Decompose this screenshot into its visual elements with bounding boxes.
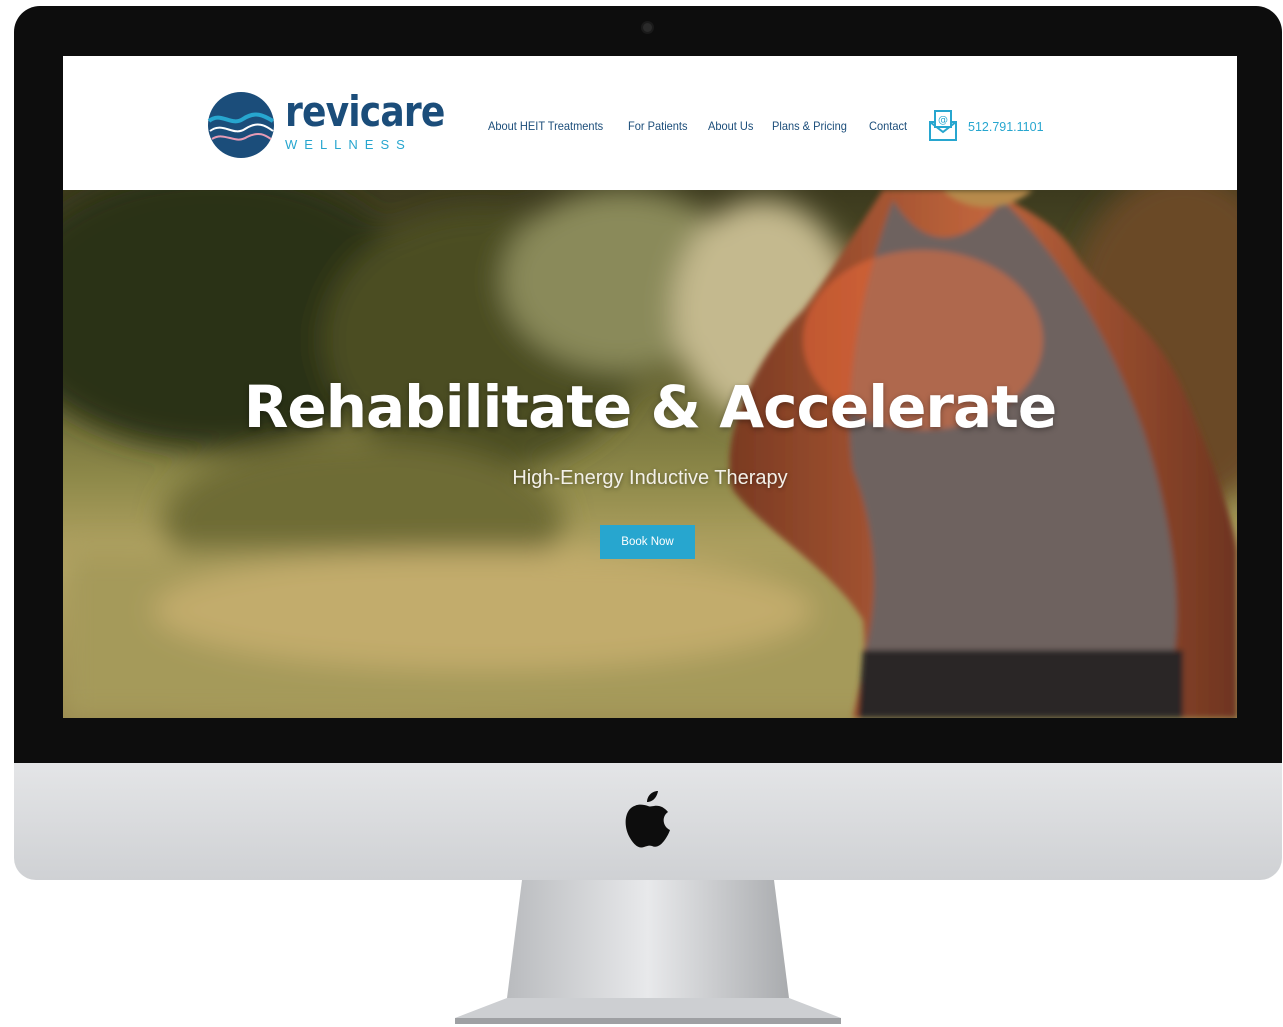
site-header: revicare WELLNESS About HEIT Treatments …: [63, 56, 1237, 190]
camera-dot: [643, 23, 652, 32]
brand-name[interactable]: revicare: [285, 90, 445, 134]
apple-logo-icon: [625, 791, 670, 848]
svg-text:@: @: [938, 115, 948, 126]
hero-subtitle: High-Energy Inductive Therapy: [512, 467, 788, 489]
hero-title: Rehabilitate & Accelerate: [243, 373, 1058, 441]
revicare-logo-icon[interactable]: [207, 91, 275, 159]
brand-tagline: WELLNESS: [285, 137, 412, 152]
hero-banner: Rehabilitate & Accelerate High-Energy In…: [63, 190, 1237, 718]
monitor-stand: [455, 880, 841, 1024]
main-nav: About HEIT Treatments For Patients About…: [488, 119, 925, 133]
nav-item-about-heit[interactable]: About HEIT Treatments: [488, 119, 603, 133]
nav-item-about-us[interactable]: About Us: [708, 119, 753, 133]
website-screen: revicare WELLNESS About HEIT Treatments …: [63, 56, 1237, 718]
nav-item-contact[interactable]: Contact: [869, 119, 907, 133]
hero-background-image: [63, 190, 1237, 718]
mail-icon[interactable]: @: [928, 109, 958, 143]
nav-item-plans-pricing[interactable]: Plans & Pricing: [772, 119, 847, 133]
phone-number-link[interactable]: 512.791.1101: [968, 120, 1044, 134]
nav-item-for-patients[interactable]: For Patients: [628, 119, 688, 133]
book-now-button[interactable]: Book Now: [600, 525, 695, 559]
